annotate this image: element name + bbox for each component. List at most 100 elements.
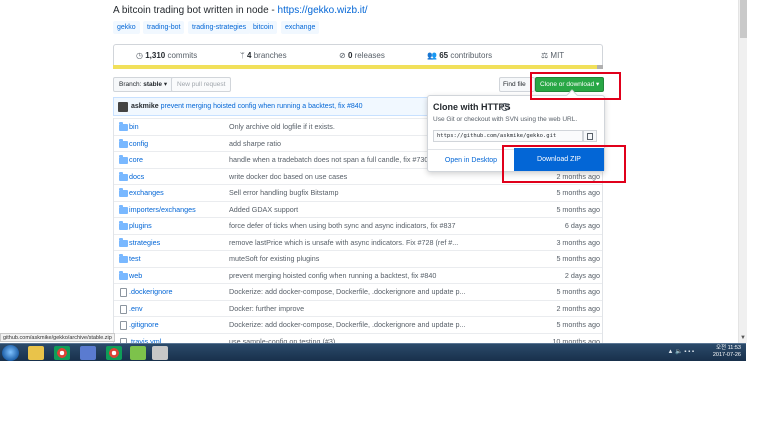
clone-url-input[interactable]: https://github.com/askmike/gekko.git [433,130,583,142]
folder-icon [119,270,128,280]
file-name-link[interactable]: plugins [129,218,152,234]
app-icon[interactable] [152,346,168,360]
file-name-link[interactable]: bin [129,119,139,135]
explorer-icon[interactable] [28,346,44,360]
file-name-link[interactable]: exchanges [129,185,164,201]
file-name-link[interactable]: config [129,136,148,152]
file-name-link[interactable]: web [129,268,142,284]
repo-description: A bitcoin trading bot written in node - … [113,5,368,16]
file-name-link[interactable]: .dockerignore [129,284,173,300]
people-icon: 👥 [427,51,437,60]
commit-issue-link[interactable]: #840 [347,103,363,110]
file-age: 2 months ago [556,303,600,313]
folder-icon [119,122,128,131]
folder-icon [119,237,128,247]
file-age: 5 months ago [556,320,600,329]
start-button[interactable] [2,345,19,361]
topic-tag[interactable]: gekko [113,21,140,34]
file-commit-message[interactable]: Docker: further improve [229,301,465,317]
topic-tag[interactable]: trading-strategies [188,21,251,34]
branches-link[interactable]: ᛘ 4 branches [240,45,287,66]
language-bar-segment [597,65,603,69]
contributors-label: contributors [448,51,493,60]
table-row: exchanges Sell error handling bugfix Bit… [114,184,602,201]
clock-time: 11:53 [727,345,741,351]
table-row: plugins force defer of ticks when using … [114,217,602,234]
file-icon [120,304,127,314]
releases-link[interactable]: ⊘ 0 releases [339,45,385,66]
file-name-link[interactable]: docs [129,169,144,185]
topic-tag[interactable]: exchange [281,21,320,34]
branch-select-value: stable [143,81,163,88]
commits-count: 1,310 [145,51,166,60]
law-icon: ⚖ [541,51,549,60]
annotation-highlight-clone [530,72,621,100]
file-age: 5 months ago [556,287,600,296]
avatar[interactable] [118,102,128,112]
branch-icon: ᛘ [240,51,245,60]
tray-icons[interactable]: ▲ 🔈 ▪ ▪ ▪ [668,348,694,355]
contributors-count: 65 [439,51,449,60]
file-name-link[interactable]: core [129,152,143,168]
branch-select-button[interactable]: Branch: stable ▾ [113,77,174,92]
file-commit-message[interactable]: force defer of ticks when using both syn… [229,218,465,234]
topic-tag[interactable]: bitcoin [249,21,278,34]
file-age: 5 months ago [556,188,600,197]
table-row: importers/exchanges Added GDAX support 5… [114,200,602,218]
chevron-down-icon: ▾ [163,81,168,88]
file-name-link[interactable]: strategies [129,235,160,251]
clipboard-icon [587,133,593,140]
folder-icon [119,155,128,164]
commit-author[interactable]: askmike [131,103,159,110]
file-commit-message[interactable]: muteSoft for existing plugins [229,251,465,267]
file-name-link[interactable]: test [129,251,141,267]
folder-icon [119,188,128,197]
license-link[interactable]: ⚖ MIT [541,45,564,66]
new-pull-request-button[interactable]: New pull request [171,77,232,92]
topic-tag[interactable]: trading-bot [143,21,185,34]
question-icon[interactable]: ? [501,103,509,111]
file-commit-message[interactable]: Added GDAX support [229,202,465,218]
clock[interactable]: 오전 11:53 2017-07-26 [713,345,741,361]
file-commit-message[interactable]: Dockerize: add docker-compose, Dockerfil… [229,317,465,333]
file-commit-message[interactable]: Dockerize: add docker-compose, Dockerfil… [229,284,465,300]
file-age: 3 months ago [556,237,600,247]
chrome-icon[interactable] [106,346,122,360]
branch-select-label: Branch: [119,81,144,88]
repo-homepage-link[interactable]: https://gekko.wizb.it/ [278,5,368,16]
numbers-summary: ◷ 1,310 commits ᛘ 4 branches ⊘ 0 release… [113,44,603,66]
file-name-link[interactable]: importers/exchanges [129,202,196,218]
table-row: strategies remove lastPrice which is uns… [114,233,602,251]
vertical-scrollbar[interactable]: ▼ [738,0,747,343]
file-commit-message[interactable]: prevent merging hoisted config when runn… [229,268,465,284]
file-name-link[interactable]: .env [129,301,143,317]
status-url: github.com/askmike/gekko/archive/stable.… [0,333,115,342]
app-icon[interactable] [130,346,146,360]
clock-ampm: 오전 [715,345,727,351]
table-row: .env Docker: further improve 2 months ag… [114,299,602,317]
commits-icon: ◷ [136,51,143,60]
folder-icon [119,221,128,230]
scroll-down-icon[interactable]: ▼ [740,335,746,341]
copy-clipboard-button[interactable] [583,130,597,142]
commits-label: commits [165,51,198,60]
language-bar[interactable] [113,65,603,69]
folder-icon [119,171,128,181]
app-icon[interactable] [80,346,96,360]
commits-link[interactable]: ◷ 1,310 commits [136,45,197,66]
releases-label: releases [352,51,385,60]
tag-icon: ⊘ [339,51,346,60]
file-commit-message[interactable]: remove lastPrice which is unsafe with as… [229,235,465,251]
contributors-link[interactable]: 👥 65 contributors [427,45,492,66]
file-icon [120,321,127,330]
file-commit-message[interactable]: Sell error handling bugfix Bitstamp [229,185,465,201]
file-name-link[interactable]: .gitignore [129,317,159,333]
chrome-icon[interactable] [54,346,70,360]
commit-message[interactable]: prevent merging hoisted config when runn… [161,103,347,110]
annotation-highlight-zip [502,145,626,183]
file-age: 5 months ago [556,254,600,263]
scrollbar-thumb[interactable] [740,0,747,38]
table-row: test muteSoft for existing plugins 5 mon… [114,250,602,267]
table-row: web prevent merging hoisted config when … [114,266,602,284]
taskbar: ▲ 🔈 ▪ ▪ ▪ 오전 11:53 2017-07-26 [0,343,746,361]
